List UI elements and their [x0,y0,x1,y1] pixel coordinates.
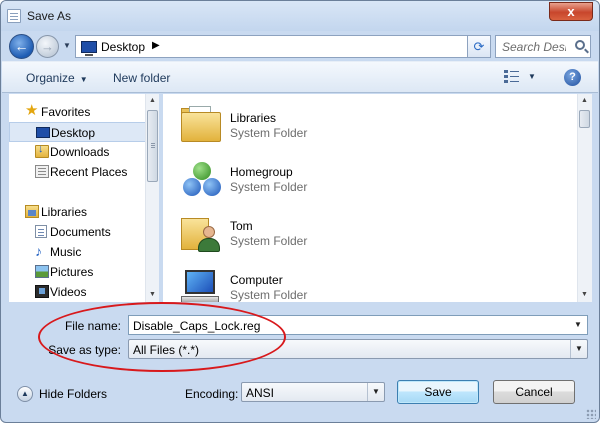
sidebar-item-downloads[interactable]: Downloads [9,142,146,162]
navigation-pane-scrollbar[interactable]: ▲ ▼ [145,94,159,302]
file-name: Homegroup [230,165,293,179]
navigation-bar: ← → ▼ Desktop ▶ ▼ ⟳ Search Desktop [1,31,599,61]
favorites-label: Favorites [41,105,91,119]
change-view-icon[interactable] [504,70,520,84]
scroll-up-button[interactable]: ▲ [578,94,591,108]
address-bar[interactable]: Desktop ▶ ▼ [75,35,491,58]
save-type-label: Save as type: [48,343,121,357]
scroll-down-button[interactable]: ▼ [578,288,591,302]
list-item-libraries[interactable]: Libraries System Folder [173,100,433,150]
sidebar-item-recent-places[interactable]: Recent Places [9,162,146,182]
chevron-right-icon[interactable]: ▶ [152,40,160,51]
cancel-button[interactable]: Cancel [493,380,575,404]
forward-button[interactable]: → [36,35,59,58]
sidebar-group-libraries[interactable]: Libraries [9,202,146,222]
file-list: Libraries System Folder Homegroup System… [163,94,592,302]
libraries-folder-icon [179,104,223,146]
sidebar-item-label: Pictures [50,265,94,279]
resize-grip-icon[interactable] [586,409,596,419]
libraries-label: Libraries [41,205,88,219]
save-button[interactable]: Save [397,380,479,404]
highlight-annotation [38,302,286,372]
file-name: Libraries [230,111,277,125]
encoding-select[interactable]: ANSI ▼ [241,382,385,402]
file-type: System Folder [230,288,308,302]
user-folder-icon [179,212,223,254]
list-item-homegroup[interactable]: Homegroup System Folder [173,154,433,204]
file-name: Tom [230,219,253,233]
desktop-icon [81,41,97,56]
file-name-value: Disable_Caps_Lock.reg [133,319,261,333]
chevron-down-icon[interactable]: ▼ [570,317,586,333]
homegroup-icon [179,158,223,200]
downloads-icon [35,143,49,158]
search-input[interactable]: Search Desktop [495,35,591,58]
command-toolbar: Organize ▼ New folder ▼ ? [2,61,598,93]
scrollbar-thumb[interactable] [147,110,158,182]
file-type: System Folder [230,180,308,194]
recent-places-icon [35,165,49,178]
pictures-icon [35,265,49,278]
music-icon: ♪ [35,243,42,259]
refresh-button[interactable]: ⟳ [467,35,491,58]
sidebar-group-favorites[interactable]: ★ Favorites [9,102,146,122]
libraries-icon [25,205,39,218]
back-button[interactable]: ← [9,34,34,59]
file-list-scrollbar[interactable]: ▲ ▼ [577,94,592,302]
videos-icon [35,285,49,298]
chevron-down-icon[interactable]: ▼ [570,340,587,358]
file-name: Computer [230,273,283,287]
documents-icon [35,225,47,238]
scroll-down-button[interactable]: ▼ [146,288,159,302]
navigation-pane: ★ Favorites Desktop Downloads Recent Pla… [9,94,159,302]
sidebar-item-label: Recent Places [50,165,128,179]
sidebar-item-label: Music [50,245,82,259]
encoding-label: Encoding: [185,387,239,401]
new-folder-button[interactable]: New folder [113,71,170,85]
views-dropdown-button[interactable]: ▼ [528,72,536,81]
sidebar-item-label: Videos [50,285,87,299]
sidebar-item-label: Downloads [50,145,110,159]
hide-folders-label: Hide Folders [39,387,108,401]
organize-label: Organize [26,71,75,85]
file-type: System Folder [230,126,308,140]
sidebar-item-desktop[interactable]: Desktop [9,122,146,142]
sidebar-item-label: Desktop [51,126,96,140]
list-item-tom[interactable]: Tom System Folder [173,208,433,258]
chevron-up-icon: ▲ [17,386,33,402]
notepad-icon [7,9,21,23]
window-title: Save As [27,9,72,23]
encoding-value: ANSI [246,386,275,400]
title-bar[interactable]: Save As x [1,1,599,31]
search-icon[interactable] [575,40,585,50]
sidebar-item-label: Documents [50,225,111,239]
file-name-field[interactable]: Disable_Caps_Lock.reg ▼ [128,315,588,335]
sidebar-item-videos[interactable]: Videos [9,282,146,302]
file-name-label: File name: [64,319,121,333]
sidebar-item-music[interactable]: ♪ Music [9,242,146,262]
address-breadcrumb-desktop[interactable]: Desktop [101,40,145,54]
chevron-down-icon: ▼ [79,75,88,84]
list-item-computer[interactable]: Computer System Folder [173,262,433,302]
file-type: System Folder [230,234,308,248]
scroll-up-button[interactable]: ▲ [146,94,159,108]
save-as-type-select[interactable]: All Files (*.*) ▼ [128,339,588,359]
help-icon[interactable]: ? [564,69,581,86]
organize-button[interactable]: Organize ▼ [26,71,88,85]
recent-pages-dropdown[interactable]: ▼ [63,41,71,50]
save-as-dialog: Save As x ← → ▼ Desktop ▶ ▼ ⟳ Search Des… [0,0,600,423]
chevron-down-icon[interactable]: ▼ [367,383,384,401]
close-button[interactable]: x [549,2,593,21]
save-type-value: All Files (*.*) [133,343,200,357]
search-placeholder: Search Desktop [502,40,566,54]
star-icon: ★ [25,102,39,119]
computer-icon [179,266,223,302]
scrollbar-thumb[interactable] [579,110,590,128]
desktop-icon [36,127,50,138]
sidebar-item-documents[interactable]: Documents [9,222,146,242]
sidebar-item-pictures[interactable]: Pictures [9,262,146,282]
